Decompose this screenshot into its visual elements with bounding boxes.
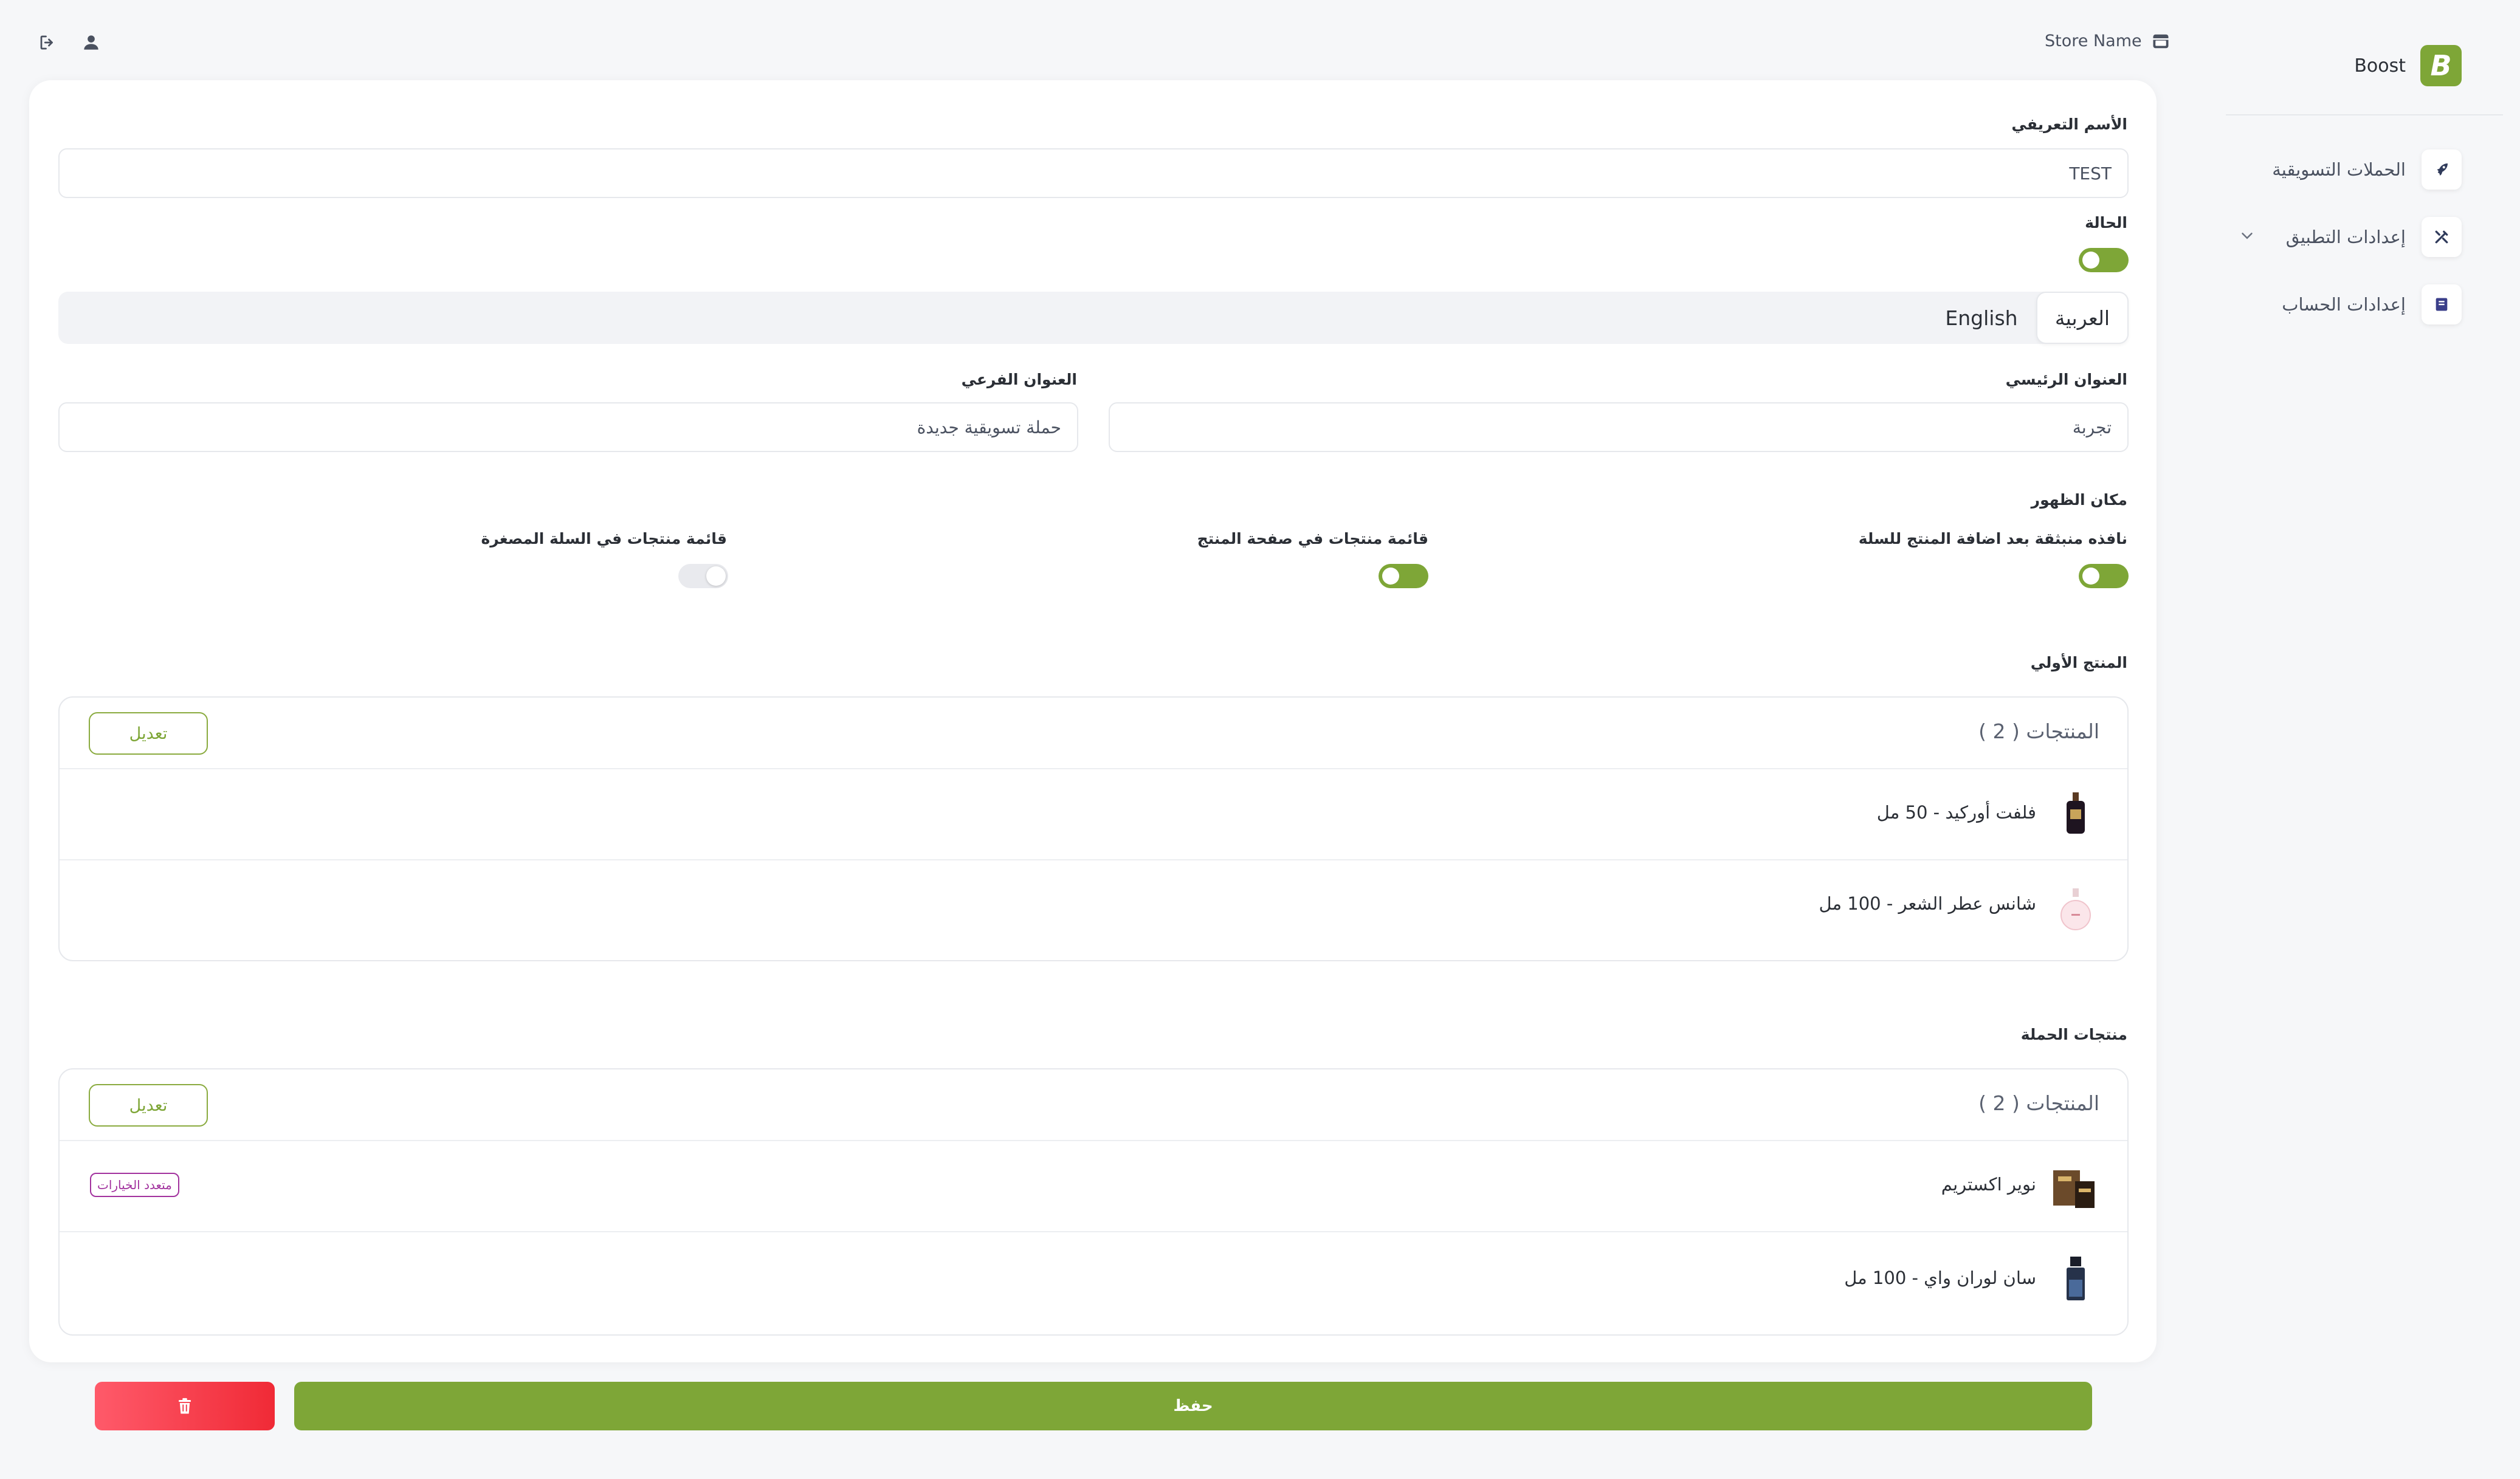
store-icon [2153, 34, 2169, 48]
campaign-products-label: منتجات الحملة [2020, 1026, 2127, 1043]
sidebar-item-label: إعدادات التطبيق [2285, 227, 2406, 247]
initial-products-box: المنتجات ( 2 ) تعديل فلفت أوركيد - 50 مل… [58, 696, 2129, 961]
brand-logo: B [2420, 45, 2462, 86]
sidebar: Boost B الحملات التسويقية إعدادات التطبي… [2212, 0, 2520, 1479]
list-item[interactable]: فلفت أوركيد - 50 مل [60, 769, 2127, 860]
initial-products-count: المنتجات ( 2 ) [1978, 719, 2099, 743]
main-title-input[interactable]: تجربة [1109, 402, 2129, 452]
product-image [2067, 1257, 2085, 1300]
list-item[interactable]: شانس عطر الشعر - 100 مل [60, 862, 2127, 953]
rocket-icon [2422, 149, 2462, 190]
sidebar-item-app-settings[interactable]: إعدادات التطبيق [2286, 217, 2462, 257]
campaign-products-header: المنتجات ( 2 ) تعديل [60, 1069, 2127, 1141]
initial-products-label: المنتج الأولي [2030, 654, 2127, 671]
placement-mini-cart-toggle[interactable] [678, 564, 728, 588]
multi-options-badge: متعدد الخيارات [90, 1173, 179, 1197]
save-button[interactable]: حفظ [294, 1382, 2092, 1430]
sidebar-item-marketing-campaigns[interactable]: الحملات التسويقية [2272, 149, 2462, 190]
user-icon[interactable] [80, 32, 102, 53]
list-item[interactable]: سان لوران واي - 100 مل [60, 1234, 2127, 1325]
account-book-icon [2422, 284, 2462, 324]
product-image [2060, 888, 2091, 930]
campaign-products-box: المنتجات ( 2 ) تعديل نوير اكستريم متعدد … [58, 1068, 2129, 1336]
product-image [2067, 792, 2085, 834]
campaign-form-card: الأسم التعريفي TEST الحالة العربية Engli… [29, 80, 2157, 1362]
language-tabs: العربية English [58, 292, 2129, 344]
logout-icon[interactable] [36, 32, 58, 53]
product-name: سان لوران واي - 100 مل [1844, 1268, 2036, 1288]
trash-icon [179, 1398, 191, 1414]
product-name: شانس عطر الشعر - 100 مل [1819, 893, 2036, 914]
list-item[interactable]: نوير اكستريم متعدد الخيارات [60, 1141, 2127, 1232]
initial-products-edit-button[interactable]: تعديل [89, 712, 208, 755]
campaign-products-edit-button[interactable]: تعديل [89, 1084, 208, 1127]
tools-icon [2422, 217, 2462, 257]
product-name: فلفت أوركيد - 50 مل [1876, 802, 2036, 823]
chevron-down-icon[interactable] [2238, 227, 2256, 245]
store-name[interactable]: Store Name [2045, 32, 2170, 50]
sidebar-item-label: الحملات التسويقية [2272, 159, 2406, 180]
placement-popup-label: نافذه منبثقة بعد اضافة المنتج للسلة [1858, 530, 2127, 547]
sidebar-divider [2226, 114, 2503, 115]
placement-label: مكان الظهور [2031, 491, 2127, 509]
status-toggle[interactable] [2079, 248, 2129, 272]
placement-product-page-toggle[interactable] [1379, 564, 1428, 588]
top-left-icons [36, 32, 102, 53]
subtitle-label: العنوان الفرعي [961, 371, 1077, 388]
sidebar-item-label: إعدادات الحساب [2282, 294, 2406, 315]
status-label: الحالة [2085, 214, 2127, 232]
sidebar-item-account-settings[interactable]: إعدادات الحساب [2282, 284, 2462, 324]
brand[interactable]: Boost B [2354, 45, 2462, 86]
placement-popup-toggle[interactable] [2079, 564, 2129, 588]
identifier-input[interactable]: TEST [58, 148, 2129, 198]
subtitle-input[interactable]: حملة تسويقية جديدة [58, 402, 1078, 452]
campaign-products-count: المنتجات ( 2 ) [1978, 1091, 2099, 1115]
brand-name: Boost [2354, 55, 2406, 77]
identifier-label: الأسم التعريفي [2011, 115, 2127, 133]
main-title-label: العنوان الرئيسي [2005, 371, 2127, 388]
product-name: نوير اكستريم [1941, 1174, 2036, 1195]
store-name-label: Store Name [2045, 32, 2142, 50]
placement-mini-cart-label: قائمة منتجات في السلة المصغرة [481, 530, 728, 547]
delete-button[interactable] [95, 1382, 275, 1430]
tab-english[interactable]: English [1939, 292, 2024, 344]
product-image [2053, 1170, 2095, 1208]
initial-products-header: المنتجات ( 2 ) تعديل [60, 698, 2127, 769]
placement-product-page-label: قائمة منتجات في صفحة المنتج [1197, 530, 1428, 547]
tab-arabic[interactable]: العربية [2036, 292, 2129, 344]
